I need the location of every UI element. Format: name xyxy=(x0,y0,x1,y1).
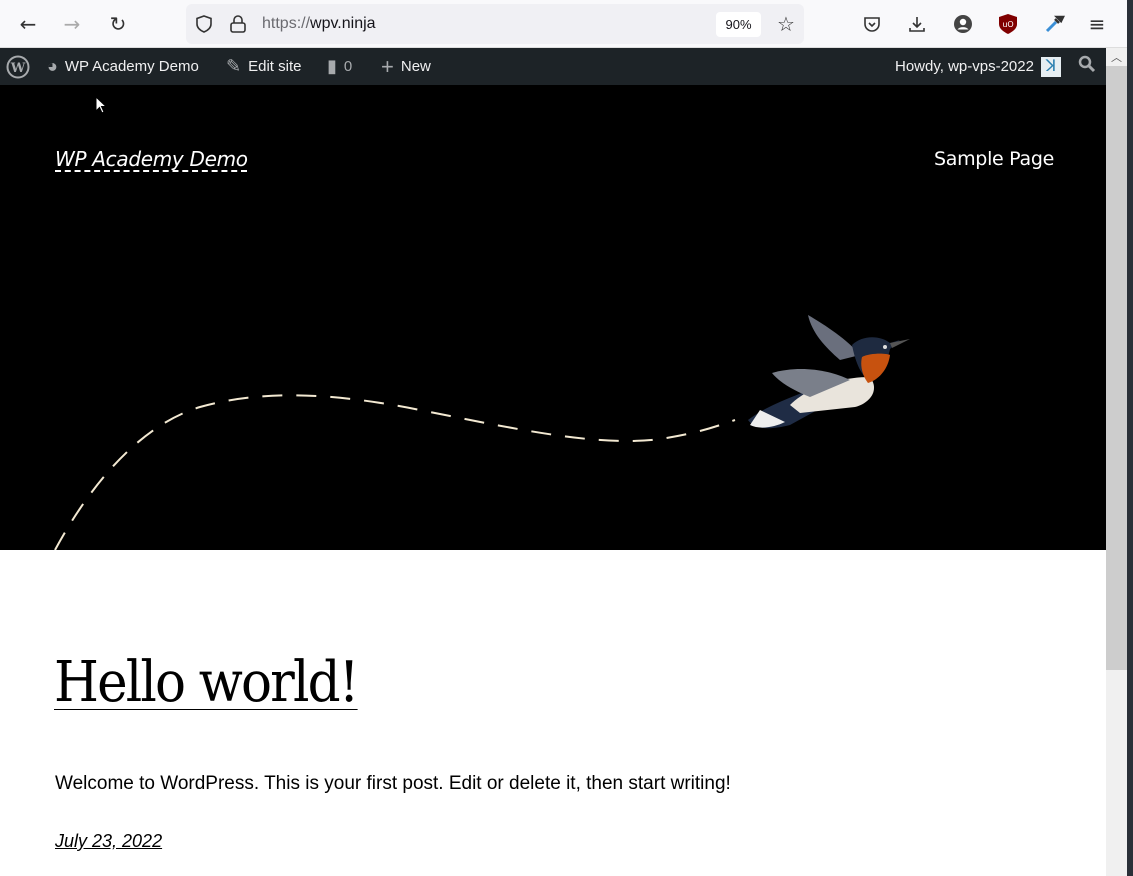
browser-toolbar: ← → ↻ https://wpv.ninja 90% ☆ uO ≡ xyxy=(0,0,1127,48)
scroll-up-icon[interactable]: ︿ xyxy=(1106,48,1127,66)
admin-bar-site[interactable]: ◕ WP Academy Demo xyxy=(47,48,199,85)
menu-icon[interactable]: ≡ xyxy=(1085,12,1109,36)
post-date-link[interactable]: July 23, 2022 xyxy=(55,831,162,852)
new-label: New xyxy=(400,58,431,75)
plus-icon: + xyxy=(381,53,394,79)
admin-bar-edit-site[interactable]: ✎ Edit site xyxy=(226,48,301,85)
dashed-flight-path xyxy=(54,394,736,550)
ublock-icon[interactable]: uO xyxy=(996,12,1020,36)
mouse-cursor xyxy=(95,95,108,118)
forward-icon[interactable]: → xyxy=(60,12,84,36)
bird-illustration xyxy=(748,315,910,429)
wp-logo-menu[interactable]: W xyxy=(6,48,30,85)
pocket-icon[interactable] xyxy=(860,12,884,36)
edit-site-label: Edit site xyxy=(248,58,302,75)
wp-admin-bar: W ◕ WP Academy Demo ✎ Edit site ▮ 0 + Ne… xyxy=(0,48,1106,85)
user-avatar: ꓘ xyxy=(1040,56,1061,77)
comment-count: 0 xyxy=(343,58,353,75)
wordpress-icon: W xyxy=(6,55,30,78)
download-icon[interactable] xyxy=(905,12,929,36)
site-name: WP Academy Demo xyxy=(64,58,199,75)
browser-window: ← → ↻ https://wpv.ninja 90% ☆ uO ≡ W ◕ W… xyxy=(0,0,1127,876)
howdy-label: Howdy, wp-vps-2022 xyxy=(895,58,1034,75)
star-icon[interactable]: ☆ xyxy=(774,12,798,36)
paintbrush-icon: ✎ xyxy=(226,56,242,76)
svg-text:W: W xyxy=(10,61,26,76)
url-host: wpv.ninja xyxy=(310,15,376,32)
svg-text:uO: uO xyxy=(1002,20,1013,29)
post-content: Hello world! Welcome to WordPress. This … xyxy=(0,550,1106,876)
url-protocol: https:// xyxy=(262,15,311,32)
scrollbar-thumb[interactable] xyxy=(1106,66,1127,670)
header-illustration xyxy=(54,315,910,550)
search-icon xyxy=(1078,55,1096,78)
eyedropper-icon[interactable] xyxy=(1042,12,1066,36)
zoom-level-button[interactable]: 90% xyxy=(716,12,761,37)
page-scrollbar[interactable]: ︿ xyxy=(1106,48,1127,876)
admin-bar-account[interactable]: Howdy, wp-vps-2022 ꓘ xyxy=(895,48,1061,85)
post-title-link[interactable]: Hello world! xyxy=(54,650,359,715)
url-bar[interactable]: https://wpv.ninja 90% ☆ xyxy=(186,4,804,44)
post-excerpt: Welcome to WordPress. This is your first… xyxy=(55,773,731,794)
shield-icon[interactable] xyxy=(192,12,216,36)
account-icon[interactable] xyxy=(951,12,975,36)
site-header: WP Academy Demo Sample Page xyxy=(0,85,1106,550)
back-icon[interactable]: ← xyxy=(16,12,40,36)
comment-icon: ▮ xyxy=(327,56,337,76)
admin-bar-search[interactable] xyxy=(1078,48,1096,85)
admin-bar-comments[interactable]: ▮ 0 xyxy=(327,48,352,85)
admin-bar-new[interactable]: + New xyxy=(381,48,431,85)
reload-icon[interactable]: ↻ xyxy=(106,12,130,36)
lock-icon[interactable] xyxy=(226,12,250,36)
dashboard-icon: ◕ xyxy=(47,56,58,76)
